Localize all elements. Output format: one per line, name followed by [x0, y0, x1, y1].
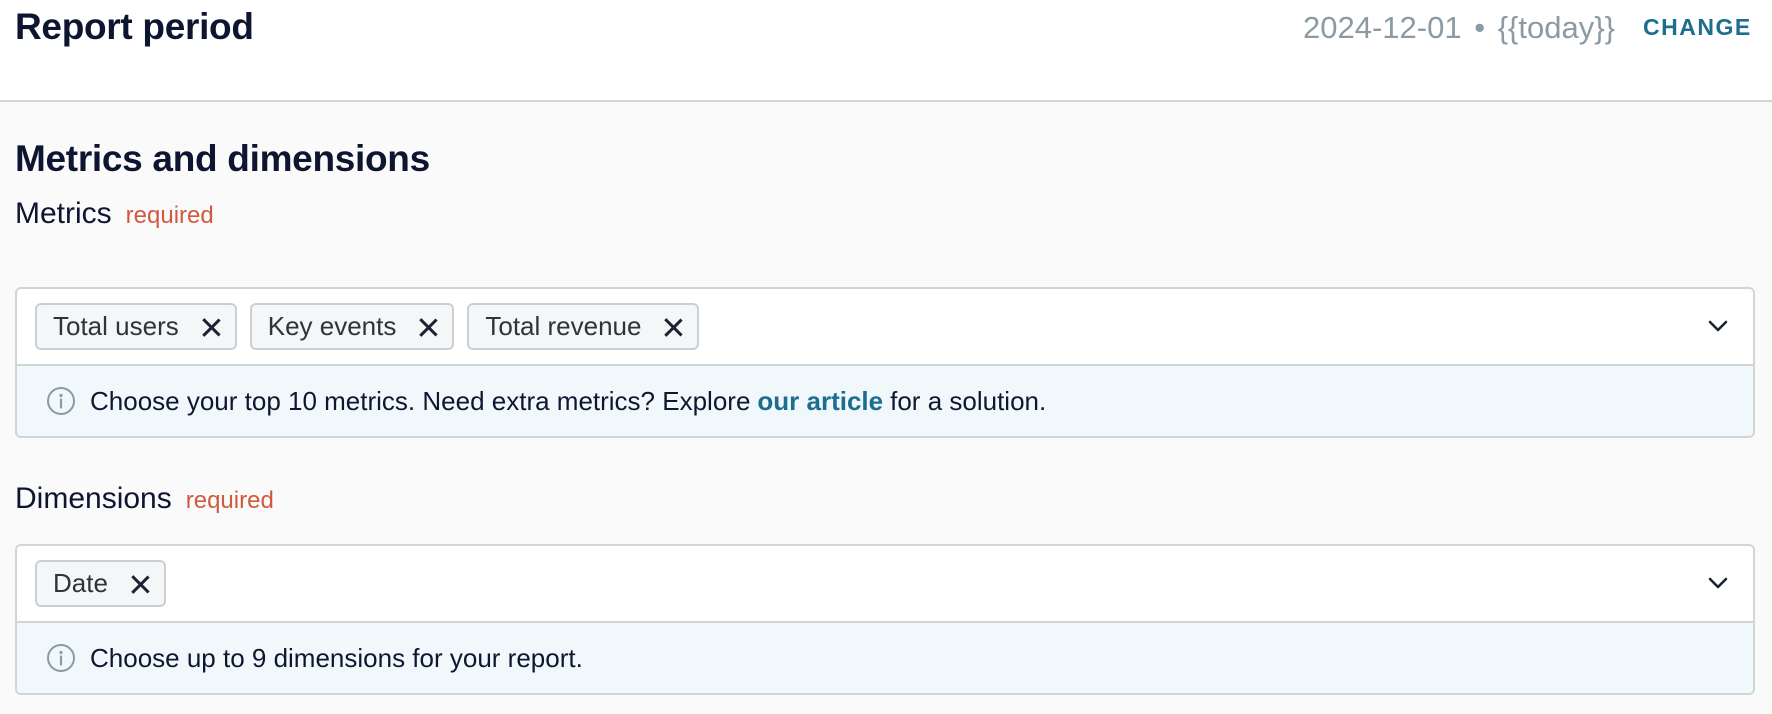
dimensions-select[interactable]: Date	[17, 546, 1753, 623]
metric-chip[interactable]: Key events	[249, 303, 455, 350]
report-period-title: Report period	[15, 6, 254, 47]
chip-label: Total revenue	[485, 311, 642, 341]
metric-chip[interactable]: Total users	[35, 303, 237, 350]
info-icon	[47, 387, 75, 415]
chevron-down-icon[interactable]	[1705, 313, 1731, 339]
change-period-button[interactable]: CHANGE	[1643, 14, 1752, 41]
dimensions-picker: Date Choose up to 9 dimensions for your …	[15, 544, 1755, 695]
info-icon	[47, 644, 75, 672]
metrics-required-label: required	[125, 202, 214, 229]
chip-label: Key events	[267, 311, 397, 341]
dimension-chip[interactable]: Date	[35, 560, 166, 607]
metrics-label-row: Metrics required	[15, 197, 214, 231]
dimensions-label-row: Dimensions required	[15, 482, 274, 516]
close-icon[interactable]	[663, 317, 683, 337]
dimensions-hint: Choose up to 9 dimensions for your repor…	[17, 623, 1753, 693]
metrics-hint-text: Choose your top 10 metrics. Need extra m…	[90, 385, 751, 416]
close-icon[interactable]	[201, 317, 221, 337]
section-title: Metrics and dimensions	[15, 138, 430, 179]
dimensions-required-label: required	[185, 487, 274, 514]
period-separator: •	[1474, 10, 1486, 45]
chevron-down-icon[interactable]	[1705, 570, 1731, 596]
chip-label: Date	[53, 568, 108, 598]
metrics-picker: Total users Key events Total revenue Cho…	[15, 287, 1755, 438]
period-end-date: {{today}}	[1497, 10, 1615, 45]
metrics-hint-suffix: for a solution.	[890, 385, 1047, 416]
dimensions-hint-text: Choose up to 9 dimensions for your repor…	[90, 642, 583, 673]
metrics-label: Metrics	[15, 197, 112, 230]
dimensions-label: Dimensions	[15, 482, 172, 515]
metric-chip[interactable]: Total revenue	[467, 303, 700, 350]
metrics-select[interactable]: Total users Key events Total revenue	[17, 289, 1753, 366]
our-article-link[interactable]: our article	[757, 386, 883, 417]
report-period-bar: Report period 2024-12-01 • {{today}} CHA…	[0, 0, 1772, 102]
period-start-date: 2024-12-01	[1303, 10, 1462, 45]
report-period-range: 2024-12-01 • {{today}}	[1303, 10, 1615, 46]
close-icon[interactable]	[130, 574, 150, 594]
close-icon[interactable]	[418, 317, 438, 337]
metrics-hint: Choose your top 10 metrics. Need extra m…	[17, 366, 1753, 436]
chip-label: Total users	[53, 311, 179, 341]
